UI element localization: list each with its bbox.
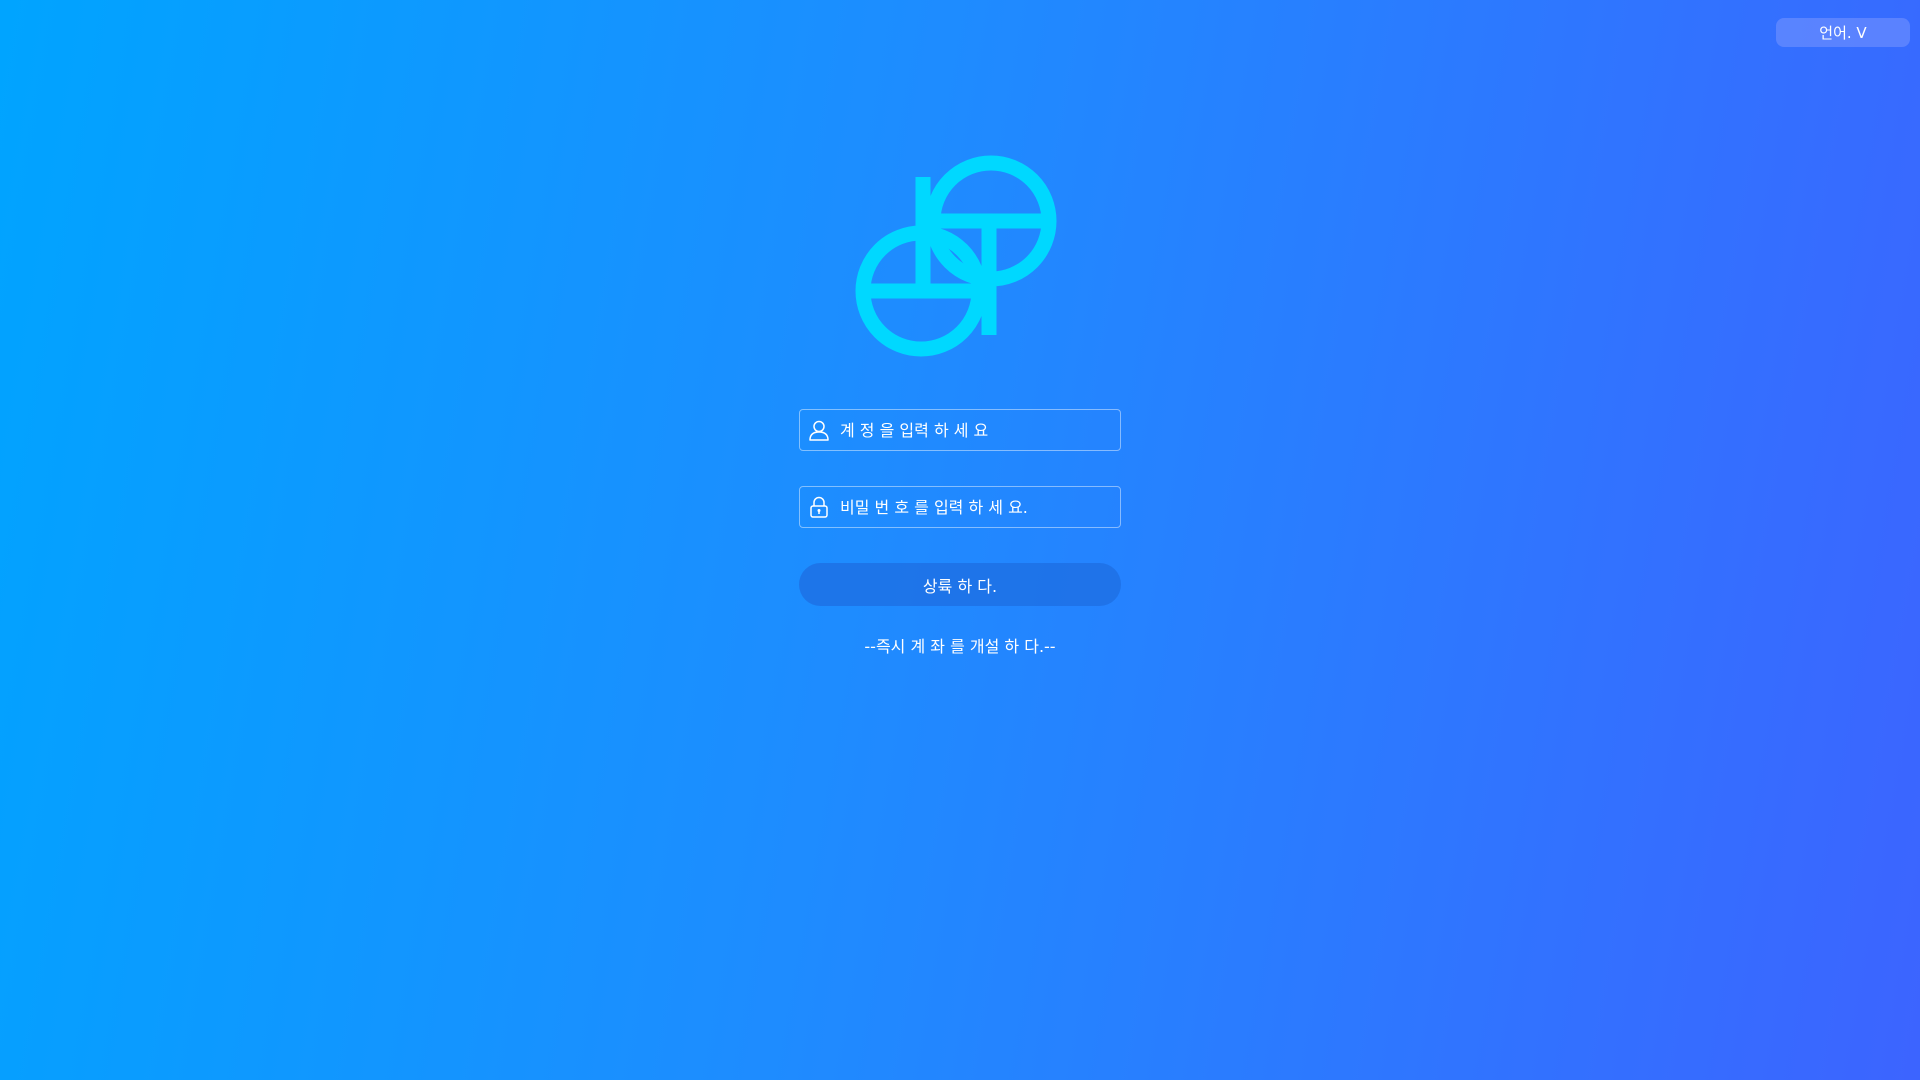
language-label: 언어. V <box>1819 24 1867 42</box>
gemini-logo-icon <box>855 155 1057 357</box>
register-link[interactable]: --즉시 계 좌 를 개설 하 다.-- <box>799 633 1121 657</box>
password-field[interactable] <box>799 486 1121 528</box>
password-input[interactable] <box>840 487 1120 527</box>
login-label: 상륙 하 다. <box>922 576 998 596</box>
lock-icon <box>808 496 830 518</box>
account-field[interactable] <box>799 409 1121 451</box>
user-icon <box>808 419 830 441</box>
login-button[interactable]: 상륙 하 다. <box>799 563 1121 606</box>
language-button[interactable]: 언어. V <box>1776 18 1910 47</box>
account-input[interactable] <box>840 410 1120 450</box>
